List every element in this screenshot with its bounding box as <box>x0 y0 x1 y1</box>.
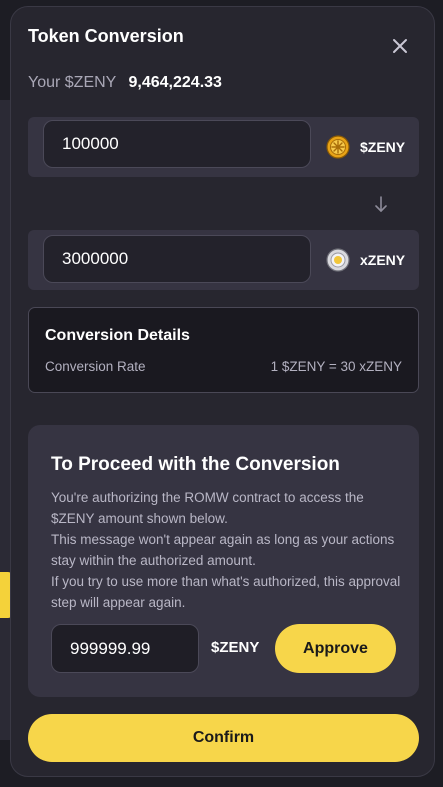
approval-description: You're authorizing the ROMW contract to … <box>51 487 401 613</box>
xzeny-coin-icon <box>326 248 350 272</box>
token-conversion-modal: Token Conversion Your $ZENY 9,464,224.33… <box>10 6 435 777</box>
modal-title: Token Conversion <box>28 26 184 46</box>
balance-value: 9,464,224.33 <box>128 74 222 91</box>
from-token-label: $ZENY <box>360 139 406 155</box>
approval-title: To Proceed with the Conversion <box>51 454 340 475</box>
approval-section: To Proceed with the Conversion You're au… <box>28 425 419 697</box>
to-amount-box: xZENY <box>28 230 419 290</box>
approval-paragraph: If you try to use more than what's autho… <box>51 574 401 610</box>
arrow-down-icon <box>375 196 387 212</box>
to-amount-input[interactable] <box>43 235 311 283</box>
details-title: Conversion Details <box>45 327 190 344</box>
from-token: $ZENY <box>326 133 405 161</box>
conversion-rate-value: 1 $ZENY = 30 xZENY <box>270 359 402 374</box>
from-amount-box: $ZENY <box>28 117 419 177</box>
balance-row: Your $ZENY 9,464,224.33 <box>28 74 222 92</box>
to-token: xZENY <box>326 246 405 274</box>
zeny-coin-icon <box>326 135 350 159</box>
approval-paragraph: You're authorizing the ROMW contract to … <box>51 490 364 526</box>
approve-token-label: $ZENY <box>211 639 260 656</box>
close-icon[interactable] <box>389 35 411 57</box>
from-amount-input[interactable] <box>43 120 311 168</box>
approve-amount-input[interactable] <box>51 624 199 673</box>
confirm-button[interactable]: Confirm <box>28 714 419 762</box>
approval-paragraph: This message won't appear again as long … <box>51 532 395 568</box>
conversion-rate-label: Conversion Rate <box>45 359 146 374</box>
balance-label: Your $ZENY <box>28 74 117 91</box>
to-token-label: xZENY <box>360 252 406 268</box>
approve-button[interactable]: Approve <box>275 624 396 673</box>
conversion-details: Conversion Details Conversion Rate 1 $ZE… <box>28 307 419 393</box>
